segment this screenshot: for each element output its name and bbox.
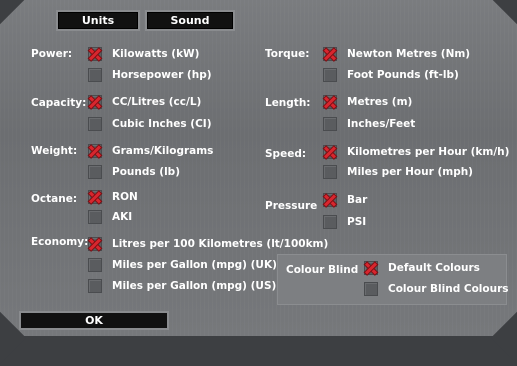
economy-label: Economy: bbox=[31, 236, 89, 248]
tab-sound[interactable]: Sound bbox=[145, 10, 235, 31]
checkbox-unchecked-icon[interactable] bbox=[88, 165, 102, 179]
checkbox-checked-icon[interactable] bbox=[364, 261, 378, 275]
power-label: Power: bbox=[31, 48, 73, 60]
option-label: Default Colours bbox=[388, 262, 480, 274]
length-option-metres[interactable]: Metres (m) bbox=[323, 94, 412, 110]
checkbox-checked-icon[interactable] bbox=[88, 95, 102, 109]
ok-button[interactable]: OK bbox=[19, 311, 169, 330]
checkbox-checked-icon[interactable] bbox=[88, 190, 102, 204]
option-label: Miles per Gallon (mpg) (US) bbox=[112, 280, 277, 292]
option-label: Grams/Kilograms bbox=[112, 145, 214, 157]
option-label: CC/Litres (cc/L) bbox=[112, 96, 202, 108]
checkbox-unchecked-icon[interactable] bbox=[323, 68, 337, 82]
checkbox-unchecked-icon[interactable] bbox=[323, 165, 337, 179]
option-label: Newton Metres (Nm) bbox=[347, 48, 471, 60]
speed-option-kmh[interactable]: Kilometres per Hour (km/h) bbox=[323, 144, 509, 160]
length-option-inches-feet[interactable]: Inches/Feet bbox=[323, 116, 415, 132]
option-label: Metres (m) bbox=[347, 96, 413, 108]
checkbox-unchecked-icon[interactable] bbox=[88, 258, 102, 272]
pressure-option-bar[interactable]: Bar bbox=[323, 192, 367, 208]
checkbox-checked-icon[interactable] bbox=[323, 47, 337, 61]
checkbox-checked-icon[interactable] bbox=[323, 145, 337, 159]
checkbox-unchecked-icon[interactable] bbox=[88, 279, 102, 293]
checkbox-unchecked-icon[interactable] bbox=[364, 282, 378, 296]
economy-option-mpg-us[interactable]: Miles per Gallon (mpg) (US) bbox=[88, 278, 276, 294]
colour-option-default[interactable]: Default Colours bbox=[364, 260, 480, 276]
pressure-option-psi[interactable]: PSI bbox=[323, 214, 366, 230]
option-label: PSI bbox=[347, 216, 367, 228]
option-label: Horsepower (hp) bbox=[112, 69, 212, 81]
economy-option-mpg-uk[interactable]: Miles per Gallon (mpg) (UK) bbox=[88, 257, 277, 273]
checkbox-unchecked-icon[interactable] bbox=[88, 210, 102, 224]
option-label: Kilometres per Hour (km/h) bbox=[347, 146, 510, 158]
option-label: Kilowatts (kW) bbox=[112, 48, 200, 60]
speed-label: Speed: bbox=[265, 148, 307, 160]
checkbox-unchecked-icon[interactable] bbox=[88, 117, 102, 131]
option-label: Pounds (lb) bbox=[112, 166, 180, 178]
option-label: Inches/Feet bbox=[347, 118, 416, 130]
option-label: Bar bbox=[347, 194, 368, 206]
option-label: AKI bbox=[112, 211, 133, 223]
checkbox-checked-icon[interactable] bbox=[88, 47, 102, 61]
option-label: Miles per Hour (mph) bbox=[347, 166, 473, 178]
weight-option-pounds[interactable]: Pounds (lb) bbox=[88, 164, 180, 180]
octane-label: Octane: bbox=[31, 193, 78, 205]
tab-bar: Units Sound bbox=[48, 10, 238, 32]
checkbox-checked-icon[interactable] bbox=[88, 144, 102, 158]
tab-units[interactable]: Units bbox=[56, 10, 140, 31]
option-label: Litres per 100 Kilometres (lt/100km) bbox=[112, 238, 329, 250]
option-label: Foot Pounds (ft-lb) bbox=[347, 69, 459, 81]
colour-option-colour-blind[interactable]: Colour Blind Colours bbox=[364, 281, 509, 297]
option-label: RON bbox=[112, 191, 138, 203]
octane-option-aki[interactable]: AKI bbox=[88, 209, 132, 225]
option-label: Colour Blind Colours bbox=[388, 283, 509, 295]
checkbox-unchecked-icon[interactable] bbox=[323, 215, 337, 229]
torque-label: Torque: bbox=[265, 48, 310, 60]
checkbox-unchecked-icon[interactable] bbox=[88, 68, 102, 82]
power-option-kilowatts[interactable]: Kilowatts (kW) bbox=[88, 46, 199, 62]
power-option-horsepower[interactable]: Horsepower (hp) bbox=[88, 67, 212, 83]
option-label: Cubic Inches (CI) bbox=[112, 118, 212, 130]
colour-blind-label: Colour Blind bbox=[286, 264, 359, 276]
capacity-label: Capacity: bbox=[31, 97, 87, 109]
length-label: Length: bbox=[265, 97, 311, 109]
pressure-label: Pressure bbox=[265, 200, 318, 212]
torque-option-foot-pounds[interactable]: Foot Pounds (ft-lb) bbox=[323, 67, 459, 83]
capacity-option-cc-litres[interactable]: CC/Litres (cc/L) bbox=[88, 94, 201, 110]
checkbox-checked-icon[interactable] bbox=[323, 193, 337, 207]
checkbox-checked-icon[interactable] bbox=[88, 237, 102, 251]
checkbox-checked-icon[interactable] bbox=[323, 95, 337, 109]
economy-option-litres-per-100km[interactable]: Litres per 100 Kilometres (lt/100km) bbox=[88, 236, 328, 252]
option-label: Miles per Gallon (mpg) (UK) bbox=[112, 259, 277, 271]
checkbox-unchecked-icon[interactable] bbox=[323, 117, 337, 131]
weight-label: Weight: bbox=[31, 145, 78, 157]
octane-option-ron[interactable]: RON bbox=[88, 189, 138, 205]
capacity-option-cubic-inches[interactable]: Cubic Inches (CI) bbox=[88, 116, 212, 132]
weight-option-grams[interactable]: Grams/Kilograms bbox=[88, 143, 213, 159]
speed-option-mph[interactable]: Miles per Hour (mph) bbox=[323, 164, 473, 180]
torque-option-newton-metres[interactable]: Newton Metres (Nm) bbox=[323, 46, 470, 62]
